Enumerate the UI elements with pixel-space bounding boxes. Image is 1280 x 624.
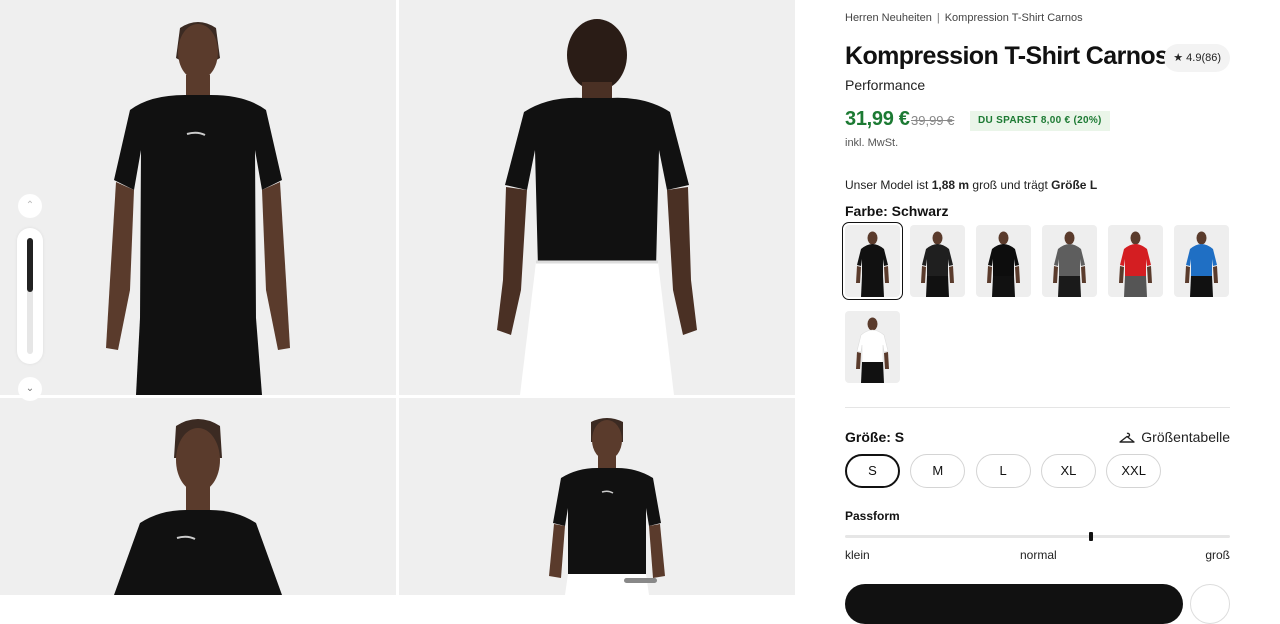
color-swatch[interactable] (1042, 225, 1097, 297)
gallery-prev-button[interactable]: ⌃ (18, 194, 42, 218)
color-swatch[interactable] (845, 311, 900, 383)
size-option-xl[interactable]: XL (1040, 454, 1096, 488)
swatch-model-image (1053, 231, 1086, 297)
product-image-fullbody[interactable] (399, 398, 795, 595)
rating-value: 4.9 (1186, 52, 1202, 64)
model-info-middle: groß und trägt (972, 178, 1048, 192)
size-chart-link[interactable]: Größentabelle (1119, 429, 1230, 445)
gallery-next-button[interactable]: ⌄ (18, 377, 42, 401)
add-to-cart-button[interactable] (845, 584, 1183, 624)
rating-badge[interactable]: ★ 4.9(86) (1164, 44, 1230, 72)
swatch-model-image (856, 231, 889, 297)
breadcrumb: Herren Neuheiten | Kompression T-Shirt Car… (845, 12, 1083, 24)
size-option-s[interactable]: S (845, 454, 900, 488)
size-option-m[interactable]: M (910, 454, 966, 488)
breadcrumb-current[interactable]: Kompression T-Shirt Carnos (945, 12, 1083, 24)
current-price: 31,99 € (845, 108, 910, 130)
color-swatch[interactable] (1174, 225, 1229, 297)
product-title: Kompression T-Shirt Carnos (845, 42, 1169, 70)
swatch-model-image (1185, 231, 1218, 297)
product-image-back[interactable] (399, 0, 795, 395)
divider (845, 407, 1230, 408)
model-back-illustration (497, 19, 697, 395)
review-count: (86) (1201, 52, 1221, 64)
color-swatch[interactable] (842, 222, 903, 300)
breadcrumb-link[interactable]: Herren Neuheiten (845, 12, 932, 24)
product-gallery: ⌃ ⌄ (0, 0, 795, 595)
chevron-down-icon: ⌄ (25, 383, 35, 394)
wishlist-button[interactable] (1190, 584, 1230, 624)
swatch-model-image (987, 231, 1020, 297)
fit-tick-large: groß (1205, 548, 1230, 562)
old-price: 39,99 € (911, 113, 955, 128)
fit-indicator (1089, 532, 1094, 541)
size-option-l[interactable]: L (975, 454, 1031, 488)
model-fullbody-illustration (549, 418, 665, 595)
swatch-model-image (1119, 231, 1152, 297)
color-label: Farbe: Schwarz (845, 203, 949, 219)
product-subtitle: Performance (845, 77, 926, 93)
color-swatch[interactable] (910, 225, 965, 297)
model-height: 1,88 m (931, 178, 970, 192)
hanger-icon (1119, 432, 1135, 443)
gallery-drag-handle[interactable] (624, 578, 657, 583)
swatch-model-image (856, 317, 889, 383)
fit-label: Passform (845, 509, 900, 523)
chevron-up-icon: ⌃ (25, 200, 35, 211)
color-swatch[interactable] (1108, 225, 1163, 297)
savings-badge: DU SPARST 8,00 € (20%) (970, 111, 1110, 131)
fit-tick-normal: normal (1020, 548, 1057, 562)
product-image-front[interactable] (0, 0, 396, 395)
fit-track (845, 535, 1230, 538)
vat-note: inkl. MwSt. (845, 137, 899, 149)
scrollbar-thumb[interactable] (27, 238, 33, 292)
color-swatch[interactable] (976, 225, 1031, 297)
model-info: Unser Model ist 1,88 m groß und trägt Gr… (845, 178, 1097, 192)
product-image-detail[interactable] (0, 398, 396, 595)
swatch-model-image (921, 231, 954, 297)
model-size: Größe L (1051, 178, 1098, 192)
size-chart-label: Größentabelle (1141, 429, 1230, 445)
size-label: Größe: S (845, 429, 905, 445)
size-option-xxl[interactable]: XXL (1106, 454, 1162, 488)
model-detail-illustration (114, 419, 282, 595)
fit-tick-small: klein (845, 548, 870, 562)
model-info-prefix: Unser Model ist (845, 178, 929, 192)
star-icon: ★ (1173, 52, 1184, 64)
product-info-panel: Herren Neuheiten | Kompression T-Shirt Car… (842, 0, 1230, 624)
gallery-scrollbar[interactable] (17, 228, 43, 364)
model-front-illustration (106, 22, 290, 395)
breadcrumb-separator: | (936, 12, 940, 24)
